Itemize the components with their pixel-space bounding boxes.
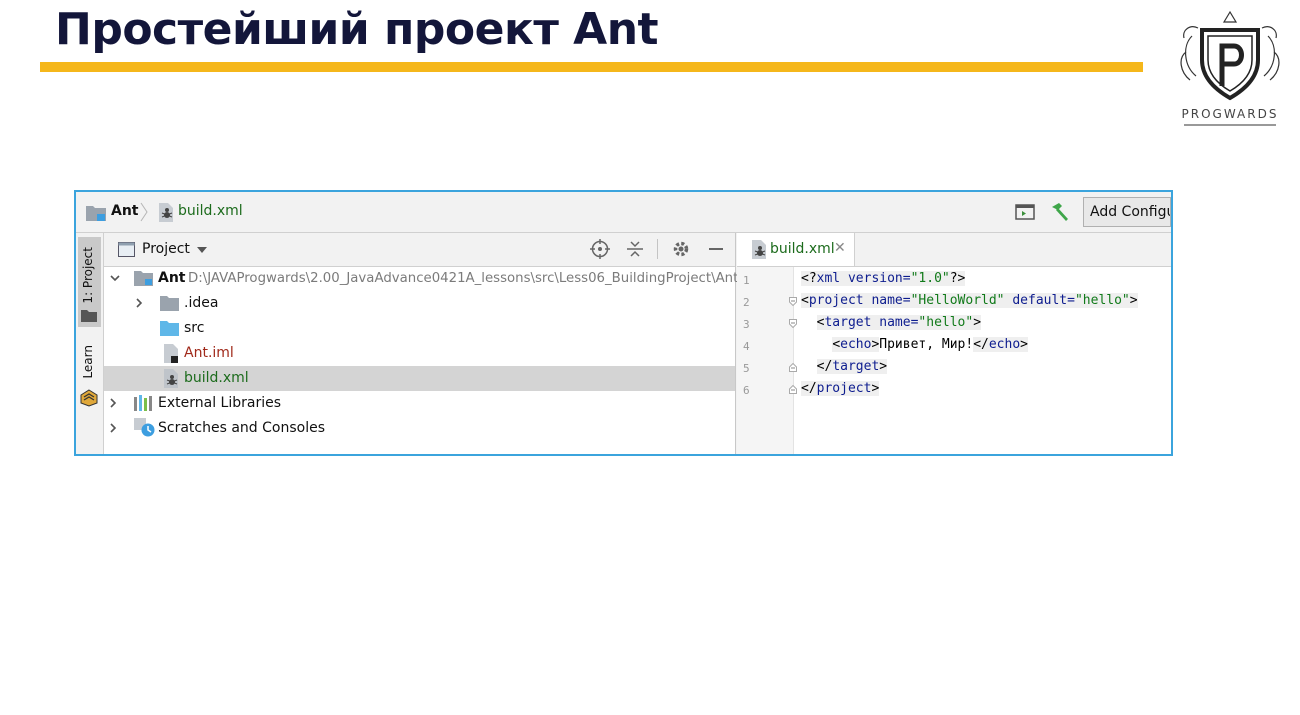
- slide-title: Простейший проект Ant: [55, 4, 659, 55]
- line-number: 6: [743, 384, 750, 397]
- line-number: 2: [743, 296, 750, 309]
- chevron-right-icon[interactable]: [108, 398, 118, 408]
- fold-marker-icon[interactable]: [789, 297, 797, 306]
- tree-item-build-xml[interactable]: build.xml: [104, 366, 735, 391]
- folder-icon: [81, 310, 97, 322]
- toolbar-actions: Add Configuration...: [1015, 196, 1171, 228]
- tab-learn-label: Learn: [81, 345, 95, 379]
- source-folder-icon: [160, 321, 179, 336]
- close-icon[interactable]: ✕: [834, 240, 846, 256]
- chevron-right-icon[interactable]: [134, 298, 144, 308]
- ide-window: Ant build.xml Add Configuration... 1: Pr: [74, 190, 1173, 456]
- project-view-icon: [118, 242, 135, 257]
- learn-icon: [80, 389, 98, 407]
- logo-underline: [1184, 124, 1276, 126]
- tree-item-ant[interactable]: Ant D:\JAVAProgwards\2.00_JavaAdvance042…: [104, 266, 739, 291]
- line-number: 3: [743, 318, 750, 331]
- locate-target-icon[interactable]: [590, 239, 610, 259]
- editor-tab-build-xml[interactable]: build.xml ✕: [737, 233, 855, 266]
- collapse-all-icon[interactable]: [626, 240, 644, 258]
- code-line-4: <echo>Привет, Мир!</echo>: [832, 337, 1028, 352]
- chevron-right-icon[interactable]: [108, 423, 118, 433]
- code-line-2: <project name="HelloWorld" default="hell…: [801, 293, 1138, 308]
- tree-item-label: Ant.iml: [184, 345, 234, 361]
- iml-file-icon: [164, 344, 178, 363]
- tree-item-scratches[interactable]: Scratches and Consoles: [104, 416, 735, 441]
- add-configuration-button[interactable]: Add Configuration...: [1083, 197, 1171, 227]
- breadcrumb-project[interactable]: Ant: [111, 203, 139, 219]
- gear-icon[interactable]: [672, 240, 690, 258]
- code-line-1: <?xml version="1.0"?>: [801, 271, 966, 286]
- navigation-bar: Ant build.xml Add Configuration...: [76, 192, 1171, 233]
- run-console-icon[interactable]: [1015, 203, 1035, 221]
- module-folder-icon: [86, 206, 106, 221]
- tree-item-label: Scratches and Consoles: [158, 420, 325, 436]
- ant-build-file-icon: [164, 369, 178, 388]
- editor-pane: build.xml ✕ 1 2 3 4 5 6 <?xml version="1…: [737, 233, 1171, 454]
- tab-project-label: 1: Project: [81, 247, 95, 304]
- tree-item-label: build.xml: [184, 370, 249, 386]
- fold-end-marker-icon[interactable]: [789, 385, 797, 394]
- line-number: 4: [743, 340, 750, 353]
- tree-item-label: Ant: [158, 270, 186, 286]
- line-number: 5: [743, 362, 750, 375]
- project-panel-header: Project: [104, 233, 735, 267]
- title-underline: [40, 62, 1143, 72]
- tree-item-label: src: [184, 320, 205, 336]
- editor-tab-label: build.xml: [770, 241, 835, 257]
- project-tool-window: Project Ant D:\JAVAProgwards\2.00_JavaAd…: [104, 233, 739, 454]
- code-line-5: </target>: [816, 359, 888, 374]
- progwards-emblem-icon: [1180, 10, 1280, 101]
- ant-build-file-icon: [159, 203, 173, 222]
- tree-item-label: .idea: [184, 295, 219, 311]
- tree-item-label: External Libraries: [158, 395, 281, 411]
- tree-item-src[interactable]: src: [104, 316, 735, 341]
- minimize-icon[interactable]: [707, 240, 725, 258]
- editor-tab-bar: build.xml ✕: [737, 233, 1171, 267]
- ant-build-file-icon: [752, 240, 766, 259]
- chevron-down-icon[interactable]: [196, 246, 208, 254]
- header-divider: [657, 239, 658, 259]
- tree-item-path: D:\JAVAProgwards\2.00_JavaAdvance0421A_l…: [188, 271, 739, 286]
- scratches-icon: [134, 418, 155, 437]
- logo-wordmark: PROGWARDS: [1181, 107, 1279, 121]
- tree-item-idea[interactable]: .idea: [104, 291, 735, 316]
- code-line-3: <target name="hello">: [816, 315, 982, 330]
- tab-learn-tool[interactable]: Learn: [78, 339, 101, 411]
- breadcrumb-file[interactable]: build.xml: [178, 203, 243, 219]
- library-icon: [134, 395, 152, 411]
- line-number-gutter: 1 2 3 4 5 6: [737, 267, 797, 454]
- tree-item-ant-iml[interactable]: Ant.iml: [104, 341, 735, 366]
- line-number: 1: [743, 274, 750, 287]
- progwards-logo: PROGWARDS: [1172, 6, 1288, 128]
- build-hammer-icon[interactable]: [1049, 202, 1071, 222]
- chevron-right-icon: [140, 202, 148, 222]
- folder-icon: [160, 296, 179, 311]
- tool-window-strip: 1: Project Learn: [76, 233, 104, 454]
- module-folder-icon: [134, 271, 153, 286]
- project-view-selector[interactable]: Project: [142, 241, 190, 257]
- tree-item-external-libraries[interactable]: External Libraries: [104, 391, 735, 416]
- fold-marker-icon[interactable]: [789, 319, 797, 328]
- fold-end-marker-icon[interactable]: [789, 363, 797, 372]
- tab-project-tool[interactable]: 1: Project: [78, 237, 101, 327]
- chevron-down-icon[interactable]: [110, 273, 120, 283]
- code-line-6: </project>: [801, 381, 880, 396]
